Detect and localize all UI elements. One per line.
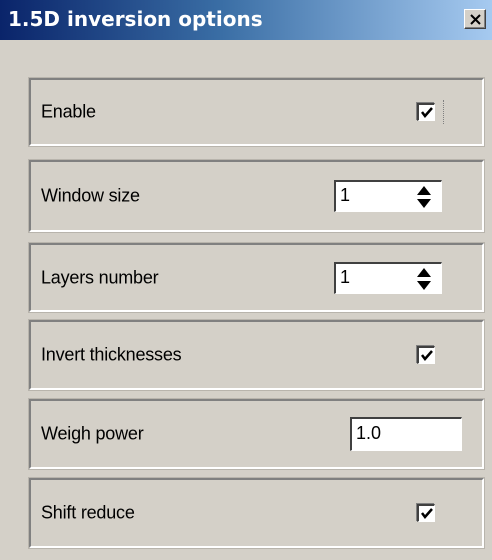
invert-thicknesses-panel: Invert thicknesses	[28, 319, 485, 391]
checkmark-icon	[421, 508, 433, 519]
invert-thicknesses-label: Invert thicknesses	[41, 344, 182, 365]
window-size-panel: Window size 1	[28, 159, 485, 233]
invert-thicknesses-checkbox[interactable]	[417, 346, 435, 364]
checkmark-icon	[421, 107, 433, 118]
weigh-power-value[interactable]: 1.0	[356, 423, 381, 444]
shift-reduce-panel: Shift reduce	[28, 477, 485, 549]
title-bar: 1.5D inversion options	[0, 0, 492, 40]
weigh-power-label: Weigh power	[41, 423, 144, 444]
window-size-spinner[interactable]: 1	[334, 180, 442, 212]
shift-reduce-checkbox[interactable]	[417, 504, 435, 522]
enable-panel: Enable	[28, 77, 485, 147]
arrow-up-icon[interactable]	[413, 185, 435, 197]
checkmark-icon	[421, 350, 433, 361]
layers-number-spin-buttons[interactable]	[413, 267, 435, 291]
weigh-power-panel: Weigh power 1.0	[28, 398, 485, 470]
layers-number-panel: Layers number 1	[28, 242, 485, 313]
arrow-down-icon[interactable]	[413, 197, 435, 209]
shift-reduce-label: Shift reduce	[41, 502, 135, 523]
layers-number-value[interactable]: 1	[340, 267, 350, 288]
enable-checkbox[interactable]	[417, 103, 435, 121]
arrow-down-icon[interactable]	[413, 279, 435, 291]
focus-separator	[443, 100, 444, 124]
window-size-label: Window size	[41, 185, 140, 206]
arrow-up-icon[interactable]	[413, 267, 435, 279]
layers-number-label: Layers number	[41, 267, 159, 287]
enable-label: Enable	[41, 101, 96, 122]
window-title: 1.5D inversion options	[8, 7, 263, 31]
window-size-spin-buttons[interactable]	[413, 185, 435, 209]
layers-number-spinner[interactable]: 1	[334, 262, 442, 294]
close-button[interactable]	[464, 9, 486, 29]
close-icon	[470, 14, 481, 25]
weigh-power-input[interactable]: 1.0	[350, 417, 462, 451]
window-size-value[interactable]: 1	[340, 185, 350, 206]
